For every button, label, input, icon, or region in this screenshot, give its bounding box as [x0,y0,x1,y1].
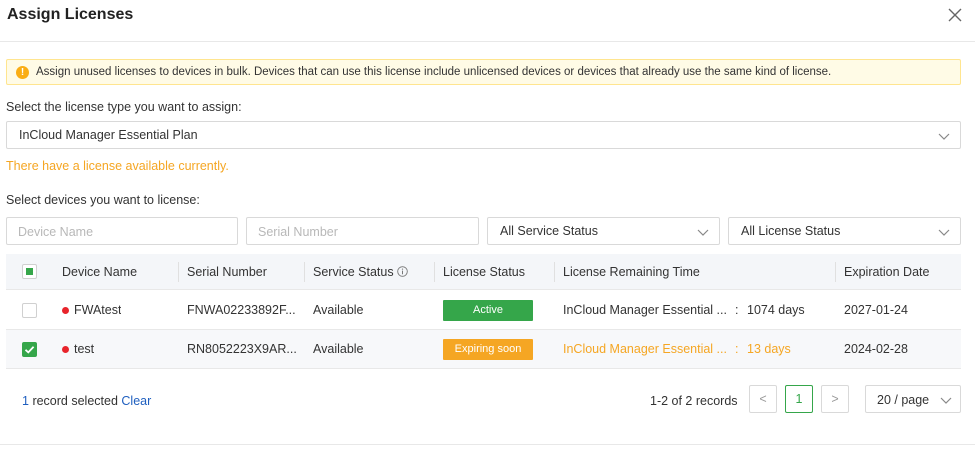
device-name-placeholder: Device Name [18,225,94,239]
cell-service-status: Available [313,303,364,317]
cell-remaining-plan: InCloud Manager Essential ... [563,303,727,317]
close-icon[interactable] [945,5,965,25]
th-license-status: License Status [443,265,525,279]
th-device-name: Device Name [62,265,138,279]
service-status-value: All Service Status [500,224,598,238]
cell-remaining-separator: : [735,342,739,356]
clear-link[interactable]: Clear [121,394,151,408]
status-dot [62,307,69,314]
cell-device-name: FWAtest [74,303,122,317]
column-divider [434,262,435,282]
dialog-title: Assign Licenses [7,6,134,23]
th-serial-number: Serial Number [187,265,267,279]
page-size-select[interactable]: 20 / page [865,385,961,413]
serial-number-placeholder: Serial Number [258,225,338,239]
column-divider [178,262,179,282]
alert-text: Assign unused licenses to devices in bul… [36,66,832,78]
footer-divider [0,444,975,445]
th-remaining-time: License Remaining Time [563,265,700,279]
table-row[interactable]: FWAtest FNWA02233892F... Available Activ… [6,291,961,330]
info-alert: ! Assign unused licenses to devices in b… [6,59,961,85]
devices-label: Select devices you want to license: [6,193,200,207]
license-type-select[interactable]: InCloud Manager Essential Plan [6,121,961,149]
license-status-select[interactable]: All License Status [728,217,961,245]
info-icon[interactable] [397,266,408,277]
serial-number-input[interactable]: Serial Number [246,217,479,245]
table-row[interactable]: test RN8052223X9AR... Available Expiring… [6,330,961,369]
license-type-label: Select the license type you want to assi… [6,100,242,114]
table-header: Device Name Serial Number Service Status… [6,254,961,290]
select-all-checkbox[interactable] [22,264,37,279]
checkmark-icon [24,346,35,354]
selection-summary: 1 record selected Clear [22,394,151,408]
th-expiration-date: Expiration Date [844,265,930,279]
cell-remaining-days: 13 days [747,342,791,356]
next-page-button[interactable]: > [821,385,849,413]
dialog-header: Assign Licenses [0,0,975,42]
cell-remaining-days: 1074 days [747,303,805,317]
license-status-badge: Expiring soon [443,339,533,360]
status-dot [62,346,69,353]
row-checkbox[interactable] [22,303,37,318]
availability-message: There have a license available currently… [6,159,229,173]
cell-remaining-separator: : [735,303,739,317]
column-divider [835,262,836,282]
th-service-status: Service Status [313,265,408,279]
cell-device-name: test [74,342,95,356]
cell-serial-number: FNWA02233892F... [187,303,296,317]
column-divider [304,262,305,282]
license-status-badge: Active [443,300,533,321]
pagination-total: 1-2 of 2 records [650,394,738,408]
warning-icon: ! [16,66,29,79]
cell-remaining-plan: InCloud Manager Essential ... [563,342,727,356]
row-checkbox[interactable] [22,342,37,357]
selected-count: 1 [22,394,29,408]
cell-serial-number: RN8052223X9AR... [187,342,297,356]
page-button-current[interactable]: 1 [785,385,813,413]
column-divider [554,262,555,282]
license-type-value: InCloud Manager Essential Plan [19,128,198,142]
selected-text: record selected [32,394,118,408]
cell-service-status: Available [313,342,364,356]
chevron-down-icon [938,229,950,236]
cell-expiration-date: 2027-01-24 [844,303,908,317]
th-service-status-label: Service Status [313,265,394,279]
page-size-value: 20 / page [877,393,930,407]
device-name-input[interactable]: Device Name [6,217,238,245]
cell-expiration-date: 2024-02-28 [844,342,908,356]
service-status-select[interactable]: All Service Status [487,217,720,245]
chevron-down-icon [697,229,709,236]
chevron-down-icon [938,133,950,140]
prev-page-button[interactable]: < [749,385,777,413]
chevron-down-icon [940,397,952,404]
license-status-value: All License Status [741,224,841,238]
